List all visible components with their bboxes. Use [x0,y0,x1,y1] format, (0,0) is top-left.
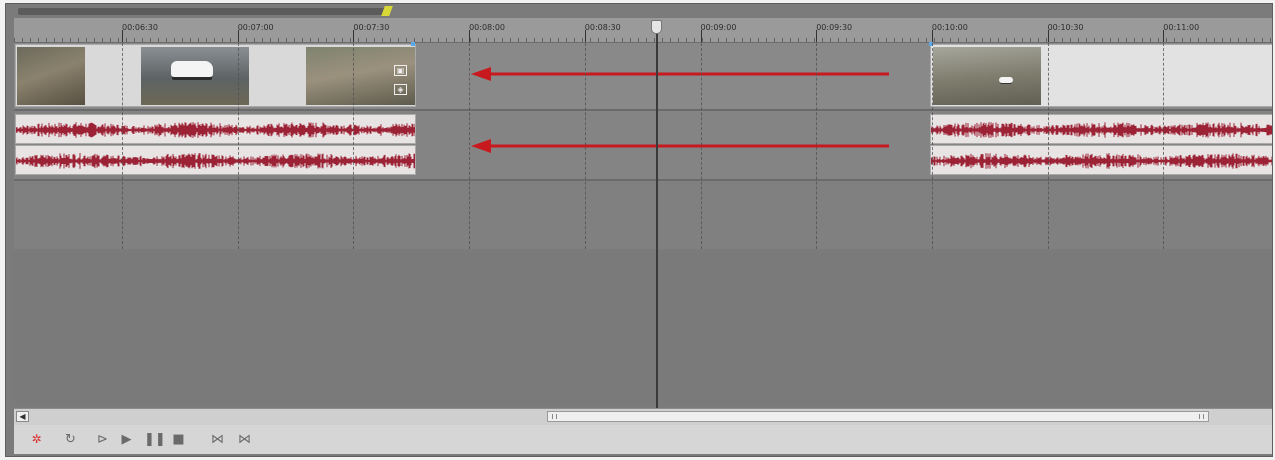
ruler-major-tick [469,30,471,42]
play-from-start-icon[interactable]: ⊳ [94,431,111,448]
grid-line [816,43,818,249]
ruler-major-tick [1163,30,1165,42]
clip-thumbnail-muddy-field: ▣ ◈ [306,47,415,105]
ruler-label: 00:09:00 [700,23,737,32]
play-icon[interactable]: ▶ [118,431,135,448]
video-clip-2[interactable] [930,44,1272,107]
zoom-bar[interactable] [18,8,388,15]
waveform [931,153,1272,169]
zoom-handle[interactable] [381,6,393,16]
ruler-label: 00:08:00 [469,23,506,32]
ruler-major-tick [353,30,355,42]
grid-line [700,43,702,249]
ruler-label: 00:10:30 [1047,23,1084,32]
clip-thumbnail-dirt-road [17,47,85,105]
ruler-major-tick [931,30,933,42]
ruler-label: 00:08:30 [584,23,621,32]
grid-line [584,43,586,249]
grid-line [931,43,933,249]
scroll-grip-right [1199,414,1204,419]
ruler-label: 00:09:30 [816,23,853,32]
video-clip-1[interactable]: ▣ ◈ [15,44,416,107]
ruler-label: 00:07:30 [353,23,390,32]
fx-icon[interactable]: ▣ [394,65,407,76]
ruler-label: 00:11:00 [1163,23,1200,32]
ruler-label: 00:10:00 [931,23,968,32]
arrow-video-gap [471,67,889,81]
audio-clip-1-channel-left[interactable] [15,114,416,144]
ruler-major-tick [1047,30,1049,42]
waveform [931,122,1272,138]
stop-icon[interactable]: ■ [170,431,187,448]
ruler-major-tick [122,30,123,42]
waveform-path [931,153,1272,169]
horizontal-scrollbar[interactable]: ◀ [14,408,1272,425]
grid-line [122,43,123,249]
previous-marker-icon[interactable]: ⋈ [209,431,226,448]
ruler-major-tick [237,30,239,42]
next-marker-icon[interactable]: ⋈ [236,431,253,448]
time-ruler[interactable]: 00:06:30 00:07:00 00:07:30 00:08:00 00:08:30… [14,18,1272,43]
waveform [16,122,415,138]
transport-bar: ✲ ↻ ⊳ ▶ ❚❚ ■ ⋈ ⋈ [14,425,1272,454]
ruler-major-tick [700,30,702,42]
audio-clip-2-channel-right[interactable] [930,145,1272,175]
scroll-grip-left [552,414,557,419]
arrow-audio-gap [471,139,889,153]
pause-icon[interactable]: ❚❚ [144,431,166,448]
timeline-editor: 00:06:30 00:07:00 00:07:30 00:08:00 00:08:30… [5,3,1273,457]
clip-thumbnail-forest-track [933,47,1041,105]
waveform-path [16,122,415,138]
clip-thumbnail-white-suv [141,47,249,105]
scroll-thumb[interactable] [547,411,1209,422]
scroll-left-button[interactable]: ◀ [16,411,29,422]
waveform [16,153,415,169]
ruler-label: 00:07:00 [237,23,274,32]
playhead-handle[interactable] [651,20,662,34]
timeline-empty-area[interactable] [14,251,1272,406]
car-shape [999,77,1013,83]
grid-line [237,43,239,249]
record-icon[interactable]: ✲ [28,431,45,448]
pan-crop-icon[interactable]: ◈ [394,84,407,95]
audio-clip-2-channel-left[interactable] [930,114,1272,144]
audio-clip-1-channel-right[interactable] [15,145,416,175]
grid-line [469,43,471,249]
playhead-line [656,24,658,409]
suv-shape [171,61,213,77]
grid-line [353,43,355,249]
ruler-label: 00:06:30 [122,23,158,32]
loop-icon[interactable]: ↻ [62,431,79,448]
ruler-major-tick [816,30,818,42]
waveform-path [16,153,415,169]
waveform-path [931,122,1272,138]
grid-line [1047,43,1049,249]
ruler-major-tick [584,30,586,42]
empty-track[interactable] [14,181,1272,249]
clip-end-marker [411,42,415,46]
grid-line [1163,43,1165,249]
ruler-minor-ticks [14,38,1272,42]
